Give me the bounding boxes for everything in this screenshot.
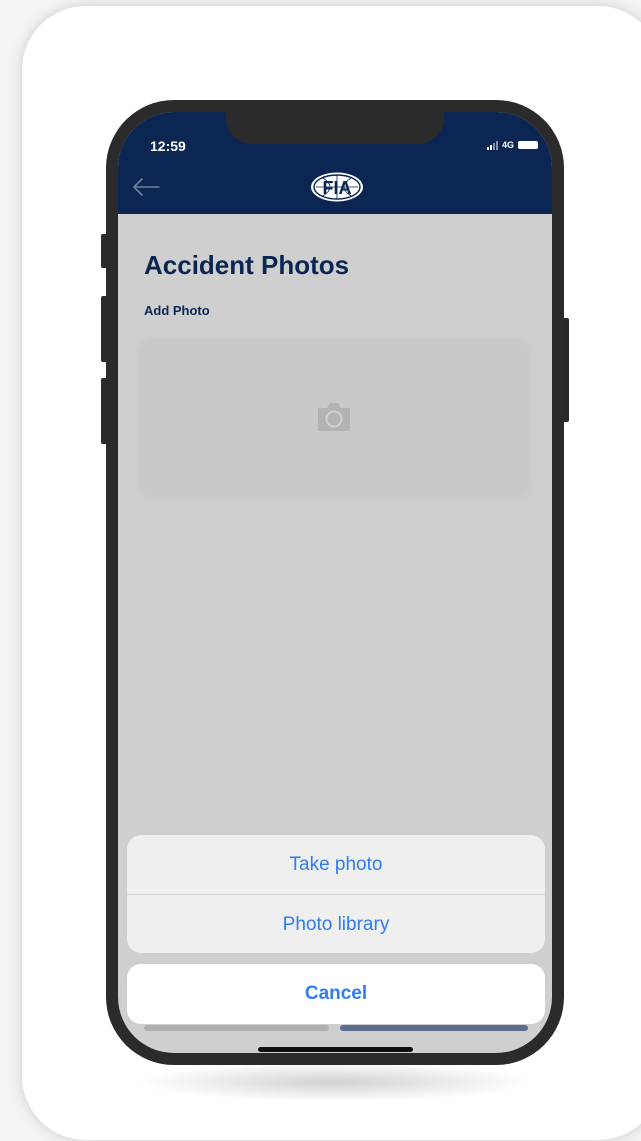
notch	[226, 112, 444, 144]
home-indicator[interactable]	[258, 1047, 413, 1052]
add-photo-box[interactable]	[142, 342, 526, 494]
battery-icon	[518, 141, 538, 149]
phone-screen: 12:59 4G FIA Accident Photos Add Photo T…	[118, 112, 552, 1053]
status-time: 12:59	[150, 138, 186, 154]
action-sheet: Take photo Photo library	[127, 835, 545, 953]
fia-logo: FIA	[311, 172, 363, 202]
background-bar-right	[340, 1025, 528, 1031]
camera-icon	[318, 403, 350, 431]
background-bar-left	[144, 1025, 329, 1031]
svg-text:FIA: FIA	[323, 178, 352, 198]
phone-device: 12:59 4G FIA Accident Photos Add Photo T…	[106, 100, 564, 1065]
cancel-button[interactable]: Cancel	[127, 964, 545, 1024]
photo-library-button[interactable]: Photo library	[127, 894, 545, 953]
take-photo-button[interactable]: Take photo	[127, 835, 545, 894]
add-photo-label: Add Photo	[144, 303, 210, 318]
page-title: Accident Photos	[144, 250, 350, 280]
signal-icon	[486, 140, 498, 150]
status-indicators: 4G	[486, 140, 538, 150]
network-type: 4G	[501, 140, 514, 150]
back-arrow-icon[interactable]	[132, 178, 160, 196]
phone-shadow	[135, 1062, 535, 1102]
